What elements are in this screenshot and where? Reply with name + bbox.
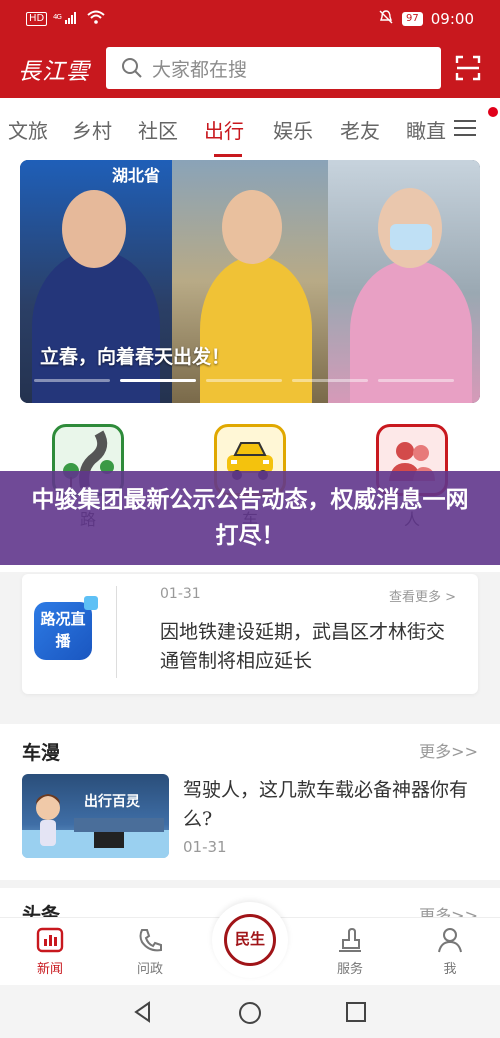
traffic-live-card[interactable]: 路况直播 01-31 查看更多 > 因地铁建设延期，武昌区才林街交通管制将相应延… — [22, 574, 478, 694]
section-cheman: 车漫 更多>> 出行百灵 驾驶人，这几款车载必备神器你有么? 01-31 — [0, 724, 500, 880]
status-bar: HD 4G 97 09:00 — [0, 0, 500, 38]
news-icon — [36, 927, 64, 953]
menu-icon — [454, 120, 476, 136]
news-thumbnail[interactable]: 出行百灵 — [22, 774, 169, 858]
live-date: 01-31 — [160, 586, 201, 602]
section-title: 车漫 — [22, 742, 61, 764]
nav-me[interactable]: 我 — [420, 926, 480, 977]
section-more-link[interactable]: 更多>> — [419, 738, 478, 762]
reporter-face — [222, 190, 282, 264]
search-icon — [122, 58, 142, 78]
search-placeholder: 大家都在搜 — [152, 58, 248, 81]
nav-news[interactable]: 新闻 — [20, 926, 80, 977]
signal-icon: 4G — [53, 11, 81, 28]
service-icon — [339, 927, 361, 952]
svg-text:4G: 4G — [53, 13, 61, 21]
banner-section: 湖北省 立春，向着春天出发！ — [0, 160, 500, 412]
news-item-title[interactable]: 驾驶人，这几款车载必备神器你有么? — [183, 776, 483, 834]
battery-indicator: 97 — [402, 12, 423, 26]
mute-icon — [378, 9, 394, 29]
clock: 09:00 — [430, 10, 474, 28]
seal-icon: 民生 — [224, 914, 276, 966]
notification-dot — [488, 107, 498, 117]
tab-wenlv[interactable]: 文旅 — [8, 115, 48, 144]
face-mask — [390, 224, 432, 250]
banner-caption: 立春，向着春天出发！ — [40, 346, 231, 368]
app-header: 長江雲 大家都在搜 — [0, 38, 500, 98]
banner-panel-road — [328, 160, 480, 403]
traffic-live-logo-text: 路况直播 — [40, 610, 86, 650]
tab-shequ[interactable]: 社区 — [138, 115, 178, 144]
cartoon-girl-illustration — [22, 794, 169, 858]
network-type: HD — [26, 12, 48, 26]
headline-title: 中骏集团最新公示公告动态，权威消息一网打尽！ — [31, 487, 469, 549]
tab-kanzhi[interactable]: 瞰直 — [406, 115, 446, 144]
channel-tabs: 文旅 乡村 社区 出行 娱乐 老友 瞰直 — [0, 98, 500, 160]
nav-label: 服务 — [336, 962, 363, 977]
app-logo[interactable]: 長江雲 — [18, 52, 90, 86]
active-tab-indicator — [214, 154, 242, 157]
center-seal-button[interactable]: 民生 — [212, 902, 288, 978]
thumbnail-caption: 出行百灵 — [84, 794, 140, 810]
live-headline[interactable]: 因地铁建设延期，武昌区才林街交通管制将相应延长 — [160, 618, 460, 676]
view-more-link[interactable]: 查看更多 > — [389, 586, 456, 605]
news-item-date: 01-31 — [183, 838, 227, 856]
nav-label: 我 — [443, 962, 457, 977]
headline-overlay: 中骏集团最新公示公告动态，权威消息一网打尽！ — [0, 471, 500, 565]
carousel-dot — [206, 379, 282, 382]
carousel-dot — [34, 379, 110, 382]
live-blip-icon — [84, 596, 98, 610]
nav-label: 新闻 — [36, 962, 63, 977]
back-icon[interactable] — [132, 1001, 154, 1023]
tab-xiangcun[interactable]: 乡村 — [72, 115, 112, 144]
traffic-live-logo: 路况直播 — [34, 596, 98, 660]
search-bar[interactable]: 大家都在搜 — [106, 47, 441, 89]
tab-laoyou[interactable]: 老友 — [340, 115, 380, 144]
wifi-icon — [87, 10, 105, 28]
carousel-dot — [378, 379, 454, 382]
recent-apps-icon[interactable] — [345, 1001, 367, 1023]
tab-yule[interactable]: 娱乐 — [273, 115, 313, 144]
carousel-indicators — [34, 379, 454, 382]
scan-icon[interactable] — [455, 55, 481, 81]
system-navigation-bar — [0, 985, 500, 1038]
home-icon[interactable] — [238, 1001, 262, 1025]
nav-fuwu[interactable]: 服务 — [320, 926, 380, 977]
nav-wenzheng[interactable]: 问政 — [120, 926, 180, 977]
carousel-dot-active — [120, 379, 196, 382]
user-icon — [438, 928, 462, 953]
tab-chuxing[interactable]: 出行 — [204, 115, 244, 144]
tv-label: 湖北省 — [112, 166, 161, 185]
carousel-dot — [292, 379, 368, 382]
presenter-face — [62, 190, 126, 268]
phone-icon — [139, 929, 162, 952]
banner-carousel[interactable]: 湖北省 立春，向着春天出发！ — [20, 160, 480, 403]
divider — [116, 586, 117, 678]
nav-label: 问政 — [136, 962, 163, 977]
